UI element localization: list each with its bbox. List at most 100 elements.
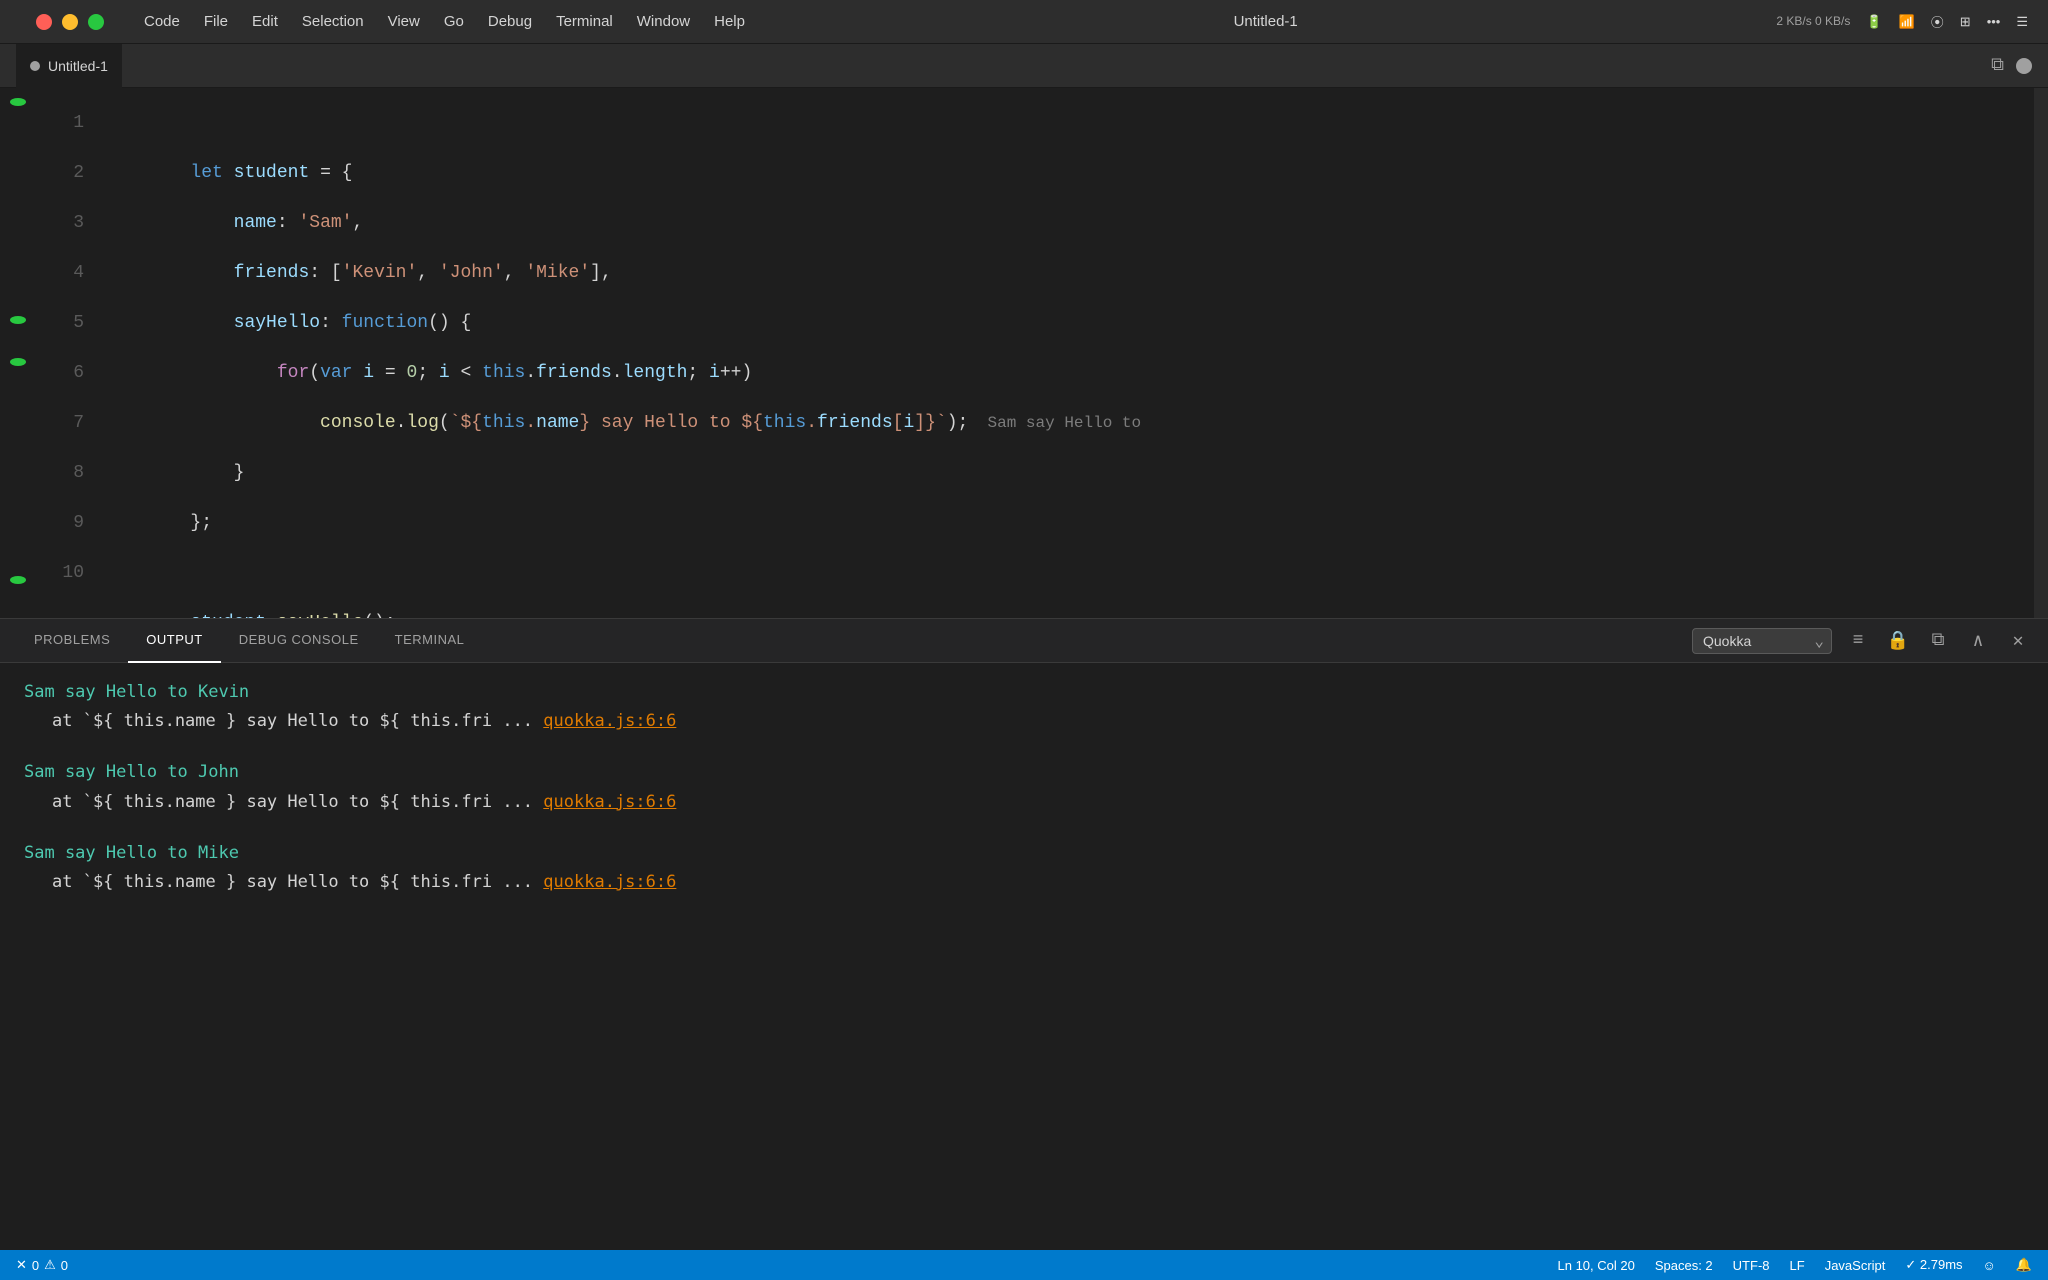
cursor-position[interactable]: Ln 10, Col 20 xyxy=(1558,1258,1635,1273)
close-window-button[interactable] xyxy=(36,14,52,30)
menu-edit[interactable]: Edit xyxy=(242,10,288,33)
menu-bar: Code File Edit Selection View Go Debug T… xyxy=(134,10,755,33)
menu-go[interactable]: Go xyxy=(434,10,474,33)
code-editor[interactable]: 1 2 3 4 5 6 7 8 9 10 let student = { nam… xyxy=(0,88,2048,618)
scrollbar-track xyxy=(2034,88,2048,618)
control-center-icon[interactable]: ⊞ xyxy=(1960,14,1971,30)
panel-lock-icon[interactable]: 🔒 xyxy=(1884,627,1912,655)
maximize-window-button[interactable] xyxy=(88,14,104,30)
menu-selection[interactable]: Selection xyxy=(292,10,374,33)
kb-stats: 2 KB/s 0 KB/s xyxy=(1776,14,1850,30)
code-line-9 xyxy=(96,498,2034,548)
line-num-2: 2 xyxy=(56,148,84,198)
gutter-dot-8 xyxy=(10,459,26,484)
line-num-4: 4 xyxy=(56,248,84,298)
tab-output[interactable]: OUTPUT xyxy=(128,619,220,663)
line-num-6: 6 xyxy=(56,348,84,398)
error-count[interactable]: ✕ 0 ⚠ 0 xyxy=(16,1257,68,1273)
eol-label: LF xyxy=(1790,1258,1805,1273)
tab-problems[interactable]: PROBLEMS xyxy=(16,619,128,663)
menu-debug[interactable]: Debug xyxy=(478,10,542,33)
code-content[interactable]: let student = { name: 'Sam', friends: ['… xyxy=(96,88,2034,618)
gutter xyxy=(0,88,36,618)
notification-icon[interactable]: 🔔 xyxy=(2016,1257,2032,1273)
panel-close-icon[interactable]: ✕ xyxy=(2004,627,2032,655)
code-line-10: student.sayHello(); xyxy=(96,548,2034,598)
output-link-3[interactable]: quokka.js:6:6 xyxy=(543,872,676,892)
output-group-1: Sam say Hello to Kevin at `${ this.name … xyxy=(24,679,2024,735)
menu-view[interactable]: View xyxy=(378,10,430,33)
circle-status-icon xyxy=(2016,58,2032,74)
output-group-3: Sam say Hello to Mike at `${ this.name }… xyxy=(24,840,2024,896)
titlebar-left: Code File Edit Selection View Go Debug T… xyxy=(20,10,755,33)
editor-scrollbar[interactable] xyxy=(2034,88,2048,618)
panel-up-icon[interactable]: ∧ xyxy=(1964,627,1992,655)
statusbar-right: Ln 10, Col 20 Spaces: 2 UTF-8 LF JavaScr… xyxy=(1558,1257,2033,1273)
code-line-8: }; xyxy=(96,448,2034,498)
tab-label: Untitled-1 xyxy=(48,58,108,74)
gutter-dot-2 xyxy=(10,140,26,165)
gutter-dot-7 xyxy=(10,400,26,425)
traffic-lights xyxy=(36,14,104,30)
output-link-1[interactable]: quokka.js:6:6 xyxy=(543,711,676,731)
panel-controls: Quokka Git Tasks ≡ 🔒 ⧉ ∧ ✕ xyxy=(1692,627,2032,655)
titlebar: Code File Edit Selection View Go Debug T… xyxy=(0,0,2048,44)
line-num-5: 5 xyxy=(56,298,84,348)
menu-window[interactable]: Window xyxy=(627,10,700,33)
panel-output-content: Sam say Hello to Kevin at `${ this.name … xyxy=(0,663,2048,1250)
line-num-3: 3 xyxy=(56,198,84,248)
tab-debug-console[interactable]: DEBUG CONSOLE xyxy=(221,619,377,663)
statusbar-left: ✕ 0 ⚠ 0 xyxy=(16,1257,68,1273)
status-bar: ✕ 0 ⚠ 0 Ln 10, Col 20 Spaces: 2 UTF-8 LF… xyxy=(0,1250,2048,1280)
minimize-window-button[interactable] xyxy=(62,14,78,30)
panel-copy-icon[interactable]: ⧉ xyxy=(1924,627,1952,655)
bell-icon: 🔔 xyxy=(2016,1257,2032,1273)
output-panel: PROBLEMS OUTPUT DEBUG CONSOLE TERMINAL Q… xyxy=(0,618,2048,1250)
menu-code[interactable]: Code xyxy=(134,10,190,33)
output-group-2: Sam say Hello to John at `${ this.name }… xyxy=(24,759,2024,815)
output-line-3-main: Sam say Hello to Mike xyxy=(24,840,2024,867)
menu-terminal[interactable]: Terminal xyxy=(546,10,623,33)
language-label: JavaScript xyxy=(1825,1258,1886,1273)
code-line-3: friends: ['Kevin', 'John', 'Mike'], xyxy=(96,198,2034,248)
battery-icon: 🔋 xyxy=(1866,14,1882,30)
panel-list-icon[interactable]: ≡ xyxy=(1844,627,1872,655)
menu-file[interactable]: File xyxy=(194,10,238,33)
gutter-dot-9 xyxy=(10,517,26,542)
output-link-2[interactable]: quokka.js:6:6 xyxy=(543,792,676,812)
quokka-status[interactable]: ✓ 2.79ms xyxy=(1905,1257,1962,1273)
split-editor-icon[interactable]: ⧉ xyxy=(1991,55,2004,76)
indentation[interactable]: Spaces: 2 xyxy=(1655,1258,1713,1273)
gutter-dot-10 xyxy=(10,576,26,584)
editor-tab[interactable]: Untitled-1 xyxy=(16,44,122,88)
tab-bar: Untitled-1 ⧉ xyxy=(0,44,2048,88)
line-num-1: 1 xyxy=(56,98,84,148)
output-source-select[interactable]: Quokka Git Tasks xyxy=(1692,628,1832,654)
menu-extra-icon[interactable]: ••• xyxy=(1987,14,2001,29)
line-num-8: 8 xyxy=(56,448,84,498)
panel-tabs: PROBLEMS OUTPUT DEBUG CONSOLE TERMINAL Q… xyxy=(0,619,2048,663)
feedback-icon[interactable]: ☺ xyxy=(1983,1258,1996,1273)
list-icon[interactable]: ☰ xyxy=(2016,14,2028,30)
language-mode[interactable]: JavaScript xyxy=(1825,1258,1886,1273)
gutter-dot-4 xyxy=(10,257,26,282)
menu-help[interactable]: Help xyxy=(704,10,755,33)
ln-col-label: Ln 10, Col 20 xyxy=(1558,1258,1635,1273)
encoding[interactable]: UTF-8 xyxy=(1733,1258,1770,1273)
tab-dot xyxy=(30,61,40,71)
titlebar-right: 2 KB/s 0 KB/s 🔋 📶 ⦿ ⊞ ••• ☰ xyxy=(1776,12,2028,31)
tab-terminal[interactable]: TERMINAL xyxy=(377,619,483,663)
code-line-2: name: 'Sam', xyxy=(96,148,2034,198)
warning-icon: ⚠ xyxy=(44,1257,56,1273)
line-num-7: 7 xyxy=(56,398,84,448)
editor-controls: ⧉ xyxy=(1991,55,2032,76)
line-num-9: 9 xyxy=(56,498,84,548)
eol[interactable]: LF xyxy=(1790,1258,1805,1273)
smiley-icon: ☺ xyxy=(1983,1258,1996,1273)
output-line-1-main: Sam say Hello to Kevin xyxy=(24,679,2024,706)
line-numbers: 1 2 3 4 5 6 7 8 9 10 xyxy=(36,88,96,618)
wifi-icon: 📶 xyxy=(1899,14,1915,30)
output-source-select-wrapper: Quokka Git Tasks xyxy=(1692,628,1832,654)
check-label: ✓ 2.79ms xyxy=(1905,1257,1962,1273)
gutter-dot-6 xyxy=(10,358,26,366)
